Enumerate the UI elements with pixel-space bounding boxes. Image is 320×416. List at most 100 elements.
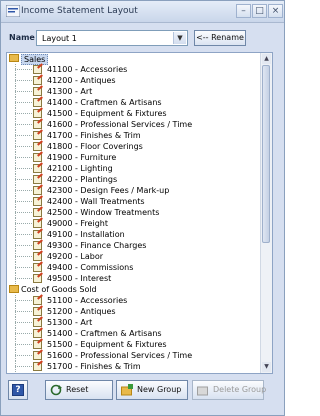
account-document-icon (33, 175, 42, 184)
tree-connector-line (15, 80, 32, 81)
tree-connector-line (15, 102, 32, 103)
tree-account-row[interactable]: 42500 - Window Treatments (7, 207, 260, 218)
account-document-icon (33, 153, 42, 162)
help-button[interactable]: ? (8, 380, 28, 400)
tree-account-row[interactable]: 42200 - Plantings (7, 174, 260, 185)
tree-account-label: 41300 - Art (47, 87, 93, 96)
tree-account-label: 49400 - Commissions (47, 263, 134, 272)
layout-tree[interactable]: Sales 41100 - Accessories 41200 - Antiques… (6, 52, 273, 374)
tree-account-row[interactable]: 51700 - Finishes & Trim (7, 361, 260, 372)
tree-connector-line (15, 300, 32, 301)
scroll-up-arrow-icon[interactable]: ▲ (262, 54, 271, 64)
account-document-icon (33, 263, 42, 272)
tree-connector-line (15, 168, 32, 169)
account-document-icon (33, 120, 42, 129)
scroll-thumb[interactable] (262, 65, 270, 243)
delete-group-button[interactable]: Delete Group (192, 380, 267, 400)
tree-account-row[interactable]: 41700 - Finishes & Trim (7, 130, 260, 141)
tree-connector-line (15, 135, 32, 136)
tree-group-row[interactable]: Sales (7, 53, 260, 65)
tree-account-label: 41600 - Professional Services / Time (47, 120, 193, 129)
tree-account-label: 42300 - Design Fees / Mark-up (47, 186, 170, 195)
tree-account-row[interactable]: 49000 - Freight (7, 218, 260, 229)
tree-account-row[interactable]: 49300 - Finance Charges (7, 240, 260, 251)
layout-name-value: Layout 1 (42, 34, 77, 43)
tree-account-label: 51600 - Professional Services / Time (47, 351, 193, 360)
tree-account-row[interactable]: 49100 - Installation (7, 229, 260, 240)
tree-account-row[interactable]: 41200 - Antiques (7, 75, 260, 86)
tree-rows: Sales 41100 - Accessories 41200 - Antiques… (7, 53, 260, 372)
account-document-icon (33, 274, 42, 283)
tree-connector-line (15, 190, 32, 191)
tree-account-row[interactable]: 51600 - Professional Services / Time (7, 350, 260, 361)
tree-connector-line (15, 256, 32, 257)
window-title: Income Statement Layout (21, 6, 138, 16)
tree-connector-line (15, 69, 32, 70)
tree-account-row[interactable]: 41900 - Furniture (7, 152, 260, 163)
tree-connector-line (15, 234, 32, 235)
tree-account-row[interactable]: 49500 - Interest (7, 273, 260, 284)
folder-icon (9, 285, 19, 293)
tree-account-row[interactable]: 41800 - Floor Coverings (7, 141, 260, 152)
tree-account-row[interactable]: 51100 - Accessories (7, 295, 260, 306)
tree-account-row[interactable]: 51300 - Art (7, 317, 260, 328)
account-document-icon (33, 329, 42, 338)
tree-connector-line (15, 267, 32, 268)
tree-account-row[interactable]: 49200 - Labor (7, 251, 260, 262)
reset-label: Reset (66, 385, 89, 394)
tree-account-label: 49200 - Labor (47, 252, 104, 261)
tree-account-label: 49100 - Installation (47, 230, 125, 239)
tree-account-label: 41200 - Antiques (47, 76, 116, 85)
chevron-down-icon[interactable]: ▼ (173, 32, 186, 44)
reset-button[interactable]: Reset (45, 380, 113, 400)
tree-account-row[interactable]: 41500 - Equipment & Fixtures (7, 108, 260, 119)
tree-connector-line (15, 113, 32, 114)
tree-account-row[interactable]: 49400 - Commissions (7, 262, 260, 273)
new-group-icon (121, 384, 133, 396)
scroll-down-arrow-icon[interactable]: ▼ (262, 362, 271, 372)
tree-account-row[interactable]: 41100 - Accessories (7, 64, 260, 75)
rename-button[interactable]: <-- Rename (194, 30, 246, 46)
tree-account-label: 42200 - Plantings (47, 175, 118, 184)
tree-connector-line (15, 157, 32, 158)
new-group-button[interactable]: New Group (116, 380, 188, 400)
name-label: Name (9, 33, 35, 42)
tree-connector-line (15, 179, 32, 180)
tree-account-row[interactable]: 42100 - Lighting (7, 163, 260, 174)
tree-account-row[interactable]: 42400 - Wall Treatments (7, 196, 260, 207)
tree-connector-line (15, 223, 32, 224)
account-document-icon (33, 241, 42, 250)
account-document-icon (33, 186, 42, 195)
tree-account-row[interactable]: 41300 - Art (7, 86, 260, 97)
tree-account-label: 51400 - Craftmen & Artisans (47, 329, 162, 338)
close-button[interactable]: × (268, 4, 283, 18)
delete-group-label: Delete Group (213, 385, 267, 394)
tree-account-row[interactable]: 42300 - Design Fees / Mark-up (7, 185, 260, 196)
help-icon: ? (12, 384, 24, 396)
tree-account-label: 51100 - Accessories (47, 296, 128, 305)
tree-connector-line (15, 201, 32, 202)
tree-account-label: 41700 - Finishes & Trim (47, 131, 141, 140)
tree-account-row[interactable]: 51500 - Equipment & Fixtures (7, 339, 260, 350)
tree-account-label: 42400 - Wall Treatments (47, 197, 145, 206)
tree-account-row[interactable]: 41400 - Craftmen & Artisans (7, 97, 260, 108)
tree-account-label: 51700 - Finishes & Trim (47, 362, 141, 371)
account-document-icon (33, 197, 42, 206)
account-document-icon (33, 65, 42, 74)
tree-account-label: 51500 - Equipment & Fixtures (47, 340, 167, 349)
tree-account-row[interactable]: 41600 - Professional Services / Time (7, 119, 260, 130)
maximize-button[interactable]: □ (252, 4, 267, 18)
account-document-icon (33, 109, 42, 118)
tree-account-row[interactable]: 51400 - Craftmen & Artisans (7, 328, 260, 339)
tree-account-row[interactable]: 51200 - Antiques (7, 306, 260, 317)
new-group-label: New Group (137, 385, 182, 394)
minimize-button[interactable]: – (236, 4, 251, 18)
layout-name-combobox[interactable]: Layout 1 ▼ (36, 30, 188, 46)
vertical-scrollbar[interactable]: ▲ ▼ (260, 53, 272, 373)
tree-connector-line (15, 146, 32, 147)
tree-account-label: 41800 - Floor Coverings (47, 142, 143, 151)
tree-group-row[interactable]: Cost of Goods Sold (7, 284, 260, 295)
tree-connector-line (15, 344, 32, 345)
tree-connector-line (15, 333, 32, 334)
title-bar[interactable]: Income Statement Layout – □ × (1, 1, 284, 23)
